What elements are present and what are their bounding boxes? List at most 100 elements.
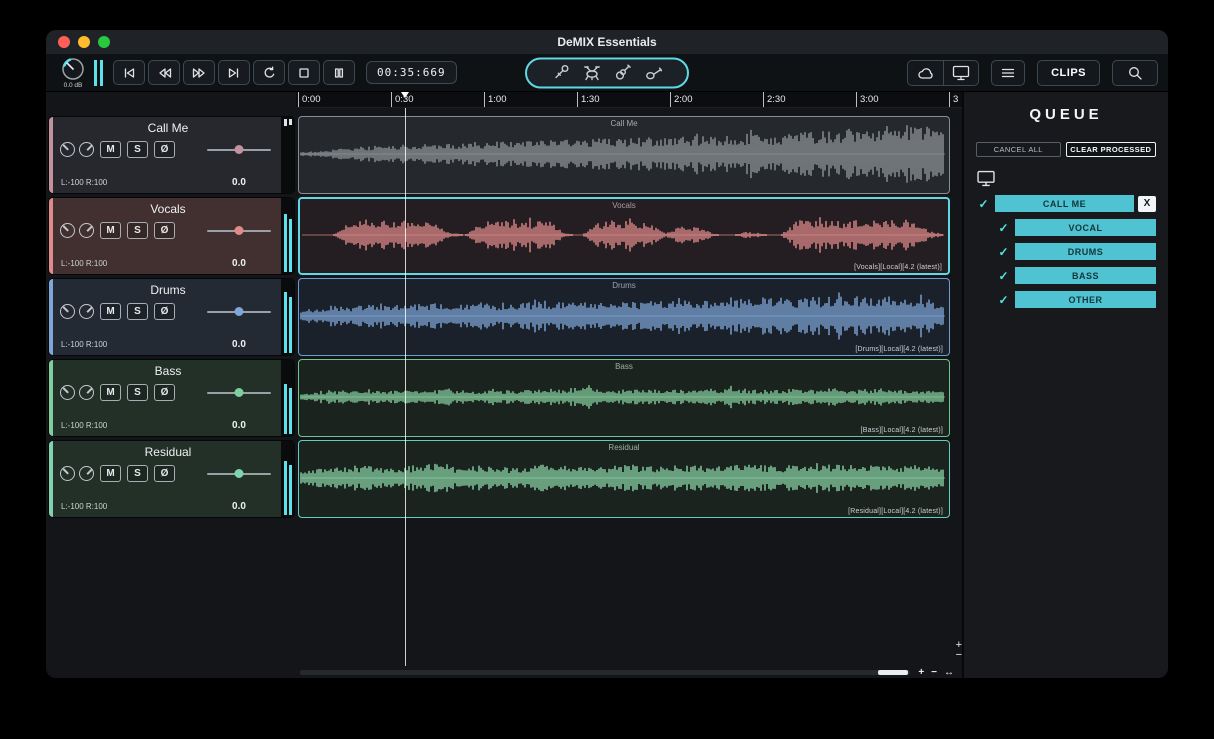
volume-slider[interactable] (207, 467, 271, 481)
zoom-in-button[interactable]: + (918, 667, 924, 678)
solo-button[interactable]: S (127, 303, 148, 320)
pan-left-knob[interactable] (60, 385, 75, 400)
skip-to-start-button[interactable] (113, 60, 145, 85)
mute-button[interactable]: M (100, 465, 121, 482)
track-header-body: Drums M S Ø L:-100 R:100 0.0 (53, 279, 281, 355)
pan-left-knob[interactable] (60, 223, 75, 238)
waveform-clip[interactable]: Vocals [Vocals][Local][4.2 (latest)] (298, 197, 950, 275)
track-header[interactable]: Call Me M S Ø L:-100 R:100 0.0 (48, 116, 295, 194)
pause-button[interactable] (323, 60, 355, 85)
cancel-all-button[interactable]: CANCEL ALL (976, 142, 1061, 157)
time-display: 00:35:669 (366, 61, 457, 84)
rewind-button[interactable] (148, 60, 180, 85)
queue-item-label[interactable]: DRUMS (1015, 243, 1156, 260)
pan-right-knob[interactable] (79, 466, 94, 481)
scrollbar-thumb[interactable] (878, 669, 909, 675)
waveform-clip[interactable]: Drums [Drums][Local][4.2 (latest)] (298, 278, 950, 356)
search-button[interactable] (1112, 59, 1158, 86)
clips-button[interactable]: CLIPS (1037, 59, 1100, 86)
waveform-clip[interactable]: Residual [Residual][Local][4.2 (latest)] (298, 440, 950, 518)
queue-item-label[interactable]: VOCAL (1015, 219, 1156, 236)
clear-processed-button[interactable]: CLEAR PROCESSED (1065, 142, 1156, 157)
vocals-source-button[interactable] (552, 64, 570, 82)
volume-slider[interactable] (207, 305, 271, 319)
local-processing-button[interactable] (943, 60, 978, 85)
mute-button[interactable]: M (100, 384, 121, 401)
queue-item: ✓ OTHER (996, 291, 1156, 308)
track-header-body: Vocals M S Ø L:-100 R:100 0.0 (53, 198, 281, 274)
cloud-processing-button[interactable] (908, 61, 943, 85)
waveform-clip[interactable]: Bass [Bass][Local][4.2 (latest)] (298, 359, 950, 437)
mute-button[interactable]: M (100, 303, 121, 320)
search-icon (1129, 66, 1142, 80)
track-header[interactable]: Drums M S Ø L:-100 R:100 0.0 (48, 278, 295, 356)
track-header[interactable]: Vocals M S Ø L:-100 R:100 0.0 (48, 197, 295, 275)
horizontal-scrollbar[interactable] (300, 669, 911, 675)
pan-right-knob[interactable] (79, 223, 94, 238)
phase-button[interactable]: Ø (154, 222, 175, 239)
wave-rows: Call Me Vocals [Vocals][Local][4.2 (late… (298, 116, 950, 518)
zoom-window-button[interactable] (98, 36, 110, 48)
master-gain-knob[interactable]: 0.0 dB (56, 56, 90, 89)
vertical-zoom-out-button[interactable]: − (956, 650, 962, 661)
mute-button[interactable]: M (100, 222, 121, 239)
timeline-ruler[interactable]: 0:00 0:30 1:00 1:30 2:00 2:30 3:00 3 (296, 92, 962, 108)
volume-slider[interactable] (207, 386, 271, 400)
microphone-icon (554, 65, 568, 79)
track-header[interactable]: Bass M S Ø L:-100 R:100 0.0 (48, 359, 295, 437)
skip-to-end-button[interactable] (218, 60, 250, 85)
playhead-marker[interactable] (401, 92, 409, 98)
solo-button[interactable]: S (127, 384, 148, 401)
pause-icon (334, 67, 344, 78)
drums-source-button[interactable] (583, 64, 601, 82)
monitor-icon (977, 170, 995, 187)
volume-slider-thumb[interactable] (234, 468, 244, 478)
bass-source-button[interactable] (645, 64, 663, 82)
mute-button[interactable]: M (100, 141, 121, 158)
loop-button[interactable] (253, 60, 285, 85)
pan-right-knob[interactable] (79, 304, 94, 319)
pan-range-label: L:-100 R:100 (61, 259, 108, 268)
pan-right-knob[interactable] (79, 385, 94, 400)
zoom-fit-button[interactable]: ↔ (944, 667, 954, 678)
level-meter (281, 198, 294, 274)
pan-left-knob[interactable] (60, 142, 75, 157)
playhead-line[interactable] (405, 108, 406, 666)
solo-button[interactable]: S (127, 465, 148, 482)
queue-item-label[interactable]: CALL ME (995, 195, 1134, 212)
minimize-window-button[interactable] (78, 36, 90, 48)
pan-left-knob[interactable] (60, 466, 75, 481)
guitar-source-button[interactable] (614, 64, 632, 82)
pan-right-knob[interactable] (79, 142, 94, 157)
track-name: Residual (144, 445, 192, 459)
menu-button[interactable] (991, 59, 1026, 86)
volume-slider-thumb[interactable] (234, 225, 244, 235)
volume-slider[interactable] (207, 143, 271, 157)
fast-forward-button[interactable] (183, 60, 215, 85)
phase-button[interactable]: Ø (154, 141, 175, 158)
pan-range-label: L:-100 R:100 (61, 178, 108, 187)
volume-slider-thumb[interactable] (234, 306, 244, 316)
gain-knob-icon (62, 58, 84, 80)
queue-sidebar: QUEUE CANCEL ALL CLEAR PROCESSED ✓ CALL … (962, 92, 1168, 678)
volume-slider-thumb[interactable] (234, 387, 244, 397)
volume-slider-thumb[interactable] (234, 144, 244, 154)
close-window-button[interactable] (58, 36, 70, 48)
phase-button[interactable]: Ø (154, 303, 175, 320)
volume-slider[interactable] (207, 224, 271, 238)
remove-queue-item-button[interactable]: X (1138, 195, 1156, 212)
stop-button[interactable] (288, 60, 320, 85)
pan-left-knob[interactable] (60, 304, 75, 319)
phase-button[interactable]: Ø (154, 384, 175, 401)
volume-value: 0.0 (232, 501, 246, 512)
solo-button[interactable]: S (127, 222, 148, 239)
phase-button[interactable]: Ø (154, 465, 175, 482)
queue-item-label[interactable]: OTHER (1015, 291, 1156, 308)
track-header[interactable]: Residual M S Ø L:-100 R:100 0.0 (48, 440, 295, 518)
queue-item-label[interactable]: BASS (1015, 267, 1156, 284)
zoom-out-button[interactable]: − (931, 667, 937, 678)
solo-button[interactable]: S (127, 141, 148, 158)
waveform-clip[interactable]: Call Me (298, 116, 950, 194)
waveform-graphic (300, 463, 945, 493)
toolbar-right-cluster: CLIPS (907, 59, 1158, 86)
